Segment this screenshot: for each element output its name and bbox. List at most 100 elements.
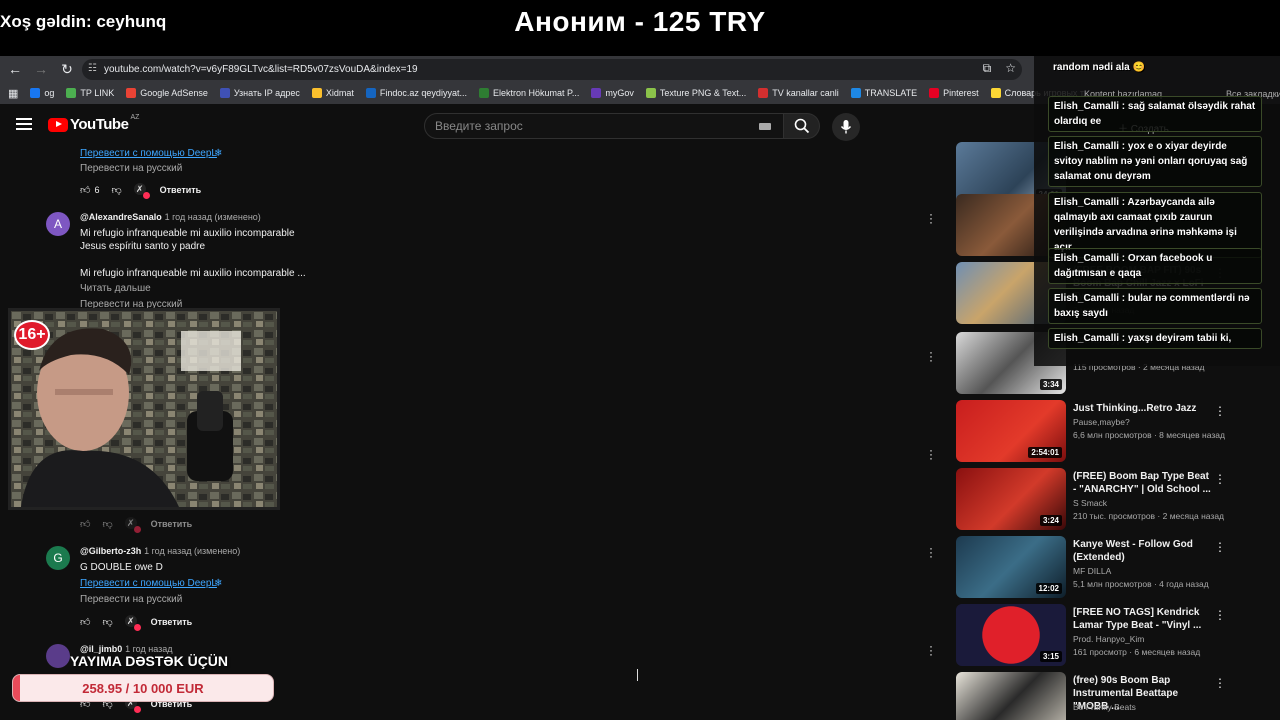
- deepl-translate-link[interactable]: Перевести с помощью DeepL: [80, 148, 217, 159]
- video-title[interactable]: (FREE) Boom Bap Type Beat - "ANARCHY" | …: [1073, 470, 1213, 496]
- bookmark-item[interactable]: TRANSLATE: [850, 88, 918, 98]
- bookmark-item[interactable]: Elektron Hökumat P...: [478, 88, 579, 98]
- bookmark-item[interactable]: Xidmat: [311, 88, 354, 98]
- comment-timestamp[interactable]: 1 год назад (изменено): [144, 546, 240, 556]
- forward-button[interactable]: →: [30, 58, 52, 80]
- avatar[interactable]: G: [46, 546, 70, 570]
- bookmark-item[interactable]: Google AdSense: [126, 88, 208, 98]
- video-stats: 5,1 млн просмотров · 4 года назад: [1073, 579, 1209, 589]
- donation-goal-text: 258.95 / 10 000 EUR: [82, 681, 204, 696]
- avatar[interactable]: [46, 644, 70, 668]
- video-title[interactable]: [FREE NO TAGS] Kendrick Lamar Type Beat …: [1073, 606, 1213, 632]
- video-thumbnail[interactable]: 2:54:01: [956, 400, 1066, 462]
- video-menu-icon[interactable]: ⋮: [1214, 608, 1226, 622]
- chat-message: Elish_Camalli : bular nə commentlərdi nə…: [1048, 288, 1262, 324]
- video-stats: 161 просмотр · 6 месяцев назад: [1073, 647, 1201, 657]
- reply-button[interactable]: Ответить: [151, 617, 193, 627]
- like-icon[interactable]: 👍︎: [80, 616, 90, 628]
- bookmark-favicon-icon: [126, 88, 137, 98]
- comment-menu-icon[interactable]: · · ·: [928, 542, 934, 562]
- video-thumbnail[interactable]: [956, 672, 1066, 720]
- video-thumbnail[interactable]: 3:15: [956, 604, 1066, 666]
- recommended-video[interactable]: 12:02 Kanye West - Follow God (Extended) M…: [956, 536, 1276, 602]
- channel-name[interactable]: Be Franky Beats: [1073, 702, 1136, 712]
- chat-message: Elish_Camalli : sağ salamat ölsəydik rah…: [1048, 96, 1262, 132]
- video-title[interactable]: Just Thinking...Retro Jazz: [1073, 402, 1213, 415]
- bookmark-favicon-icon: [929, 88, 940, 98]
- reply-button[interactable]: Ответить: [160, 185, 202, 195]
- recommended-video[interactable]: 3:15 [FREE NO TAGS] Kendrick Lamar Type B…: [956, 604, 1276, 670]
- translate-russian-link[interactable]: Перевести на русский: [80, 594, 182, 605]
- chat-message: Elish_Camalli : Orxan facebook u dağıtmı…: [1048, 248, 1262, 284]
- comment-author[interactable]: @AlexandreSanalo: [80, 212, 162, 222]
- apps-grid-icon[interactable]: ▦: [8, 87, 18, 100]
- voice-search-button[interactable]: [832, 113, 860, 141]
- address-bar[interactable]: ☷ youtube.com/watch?v=v6yF89GLTvc&list=R…: [82, 59, 1022, 80]
- bookmark-label: Google AdSense: [140, 88, 208, 98]
- read-more-link[interactable]: Читать дальше: [80, 283, 151, 294]
- reload-button[interactable]: ↻: [56, 58, 78, 80]
- dislike-icon[interactable]: 👎︎: [102, 616, 112, 628]
- bookmark-item[interactable]: myGov: [591, 88, 634, 98]
- search-input[interactable]: Введите запрос: [424, 113, 784, 139]
- video-menu-icon[interactable]: ⋮: [1214, 676, 1226, 690]
- video-menu-icon[interactable]: ⋮: [1214, 472, 1226, 486]
- chat-nickname: Elish_Camalli: [1054, 333, 1120, 344]
- like-icon[interactable]: 👍︎: [80, 184, 90, 196]
- video-duration: 2:54:01: [1028, 447, 1062, 458]
- address-actions: ⧉ ☆: [983, 61, 1016, 76]
- youtube-logo[interactable]: YouTube AZ: [48, 114, 139, 133]
- menu-icon[interactable]: [16, 118, 32, 130]
- reply-button[interactable]: Ответить: [151, 519, 193, 529]
- channel-name[interactable]: MF DILLA: [1073, 566, 1111, 576]
- video-duration: 12:02: [1035, 583, 1062, 594]
- video-thumbnail[interactable]: 12:02: [956, 536, 1066, 598]
- comment-menu-icon[interactable]: · · ·: [928, 640, 934, 660]
- age-rating-badge: 16+: [14, 320, 50, 350]
- donation-goal-bar: 258.95 / 10 000 EUR: [12, 674, 274, 702]
- bookmark-item[interactable]: og: [30, 88, 54, 98]
- bookmark-label: Pinterest: [943, 88, 979, 98]
- cast-icon[interactable]: ⧉: [983, 61, 992, 76]
- dislike-icon[interactable]: 👎︎: [102, 518, 112, 530]
- bookmark-star-icon[interactable]: ☆: [1005, 61, 1016, 76]
- bookmark-item[interactable]: TP LINK: [66, 88, 114, 98]
- dislike-icon[interactable]: 👎︎: [111, 184, 121, 196]
- keyboard-icon[interactable]: [759, 123, 771, 130]
- bookmark-label: TRANSLATE: [864, 88, 918, 98]
- back-button[interactable]: ←: [4, 58, 26, 80]
- video-menu-icon[interactable]: ⋮: [1214, 404, 1226, 418]
- video-title[interactable]: Kanye West - Follow God (Extended): [1073, 538, 1213, 564]
- search-button[interactable]: [784, 113, 820, 139]
- bookmark-favicon-icon: [990, 88, 1001, 98]
- site-info-icon[interactable]: ☷: [88, 63, 97, 74]
- deepl-icon: ❄: [214, 578, 223, 589]
- chat-nickname: Elish_Camalli: [1054, 293, 1120, 304]
- comment-author[interactable]: @Gilberto-z3h: [80, 546, 141, 556]
- recommended-video[interactable]: 2:54:01 Just Thinking...Retro Jazz Pause,m…: [956, 400, 1276, 466]
- translate-russian-link[interactable]: Перевести на русский: [80, 163, 182, 174]
- comment-menu-icon[interactable]: · · ·: [928, 346, 934, 366]
- bookmark-item[interactable]: Texture PNG & Text...: [645, 88, 746, 98]
- bookmark-item[interactable]: Pinterest: [929, 88, 979, 98]
- comment-actions: 👍︎ 6 👎︎ ✗ Ответить: [80, 183, 202, 199]
- deepl-translate-link[interactable]: Перевести с помощью DeepL: [80, 578, 217, 589]
- comment-menu-icon[interactable]: · · ·: [928, 208, 934, 228]
- avatar[interactable]: A: [46, 212, 70, 236]
- video-menu-icon[interactable]: ⋮: [1214, 540, 1226, 554]
- bookmark-item[interactable]: TV kanallar canli: [758, 88, 839, 98]
- donation-alert: Аноним - 125 TRY: [514, 6, 766, 37]
- recommended-video[interactable]: 3:24 (FREE) Boom Bap Type Beat - "ANARCHY…: [956, 468, 1276, 534]
- channel-name[interactable]: Prod. Hanpyo_Kim: [1073, 634, 1144, 644]
- comment-menu-icon[interactable]: · · ·: [928, 444, 934, 464]
- channel-name[interactable]: Pause,maybe?: [1073, 417, 1130, 427]
- microphone-icon: [840, 120, 852, 134]
- bookmark-item[interactable]: Узнать IP адрес: [219, 88, 300, 98]
- recommended-video[interactable]: (free) 90s Boom Bap Instrumental Beattap…: [956, 672, 1276, 720]
- like-icon[interactable]: 👍︎: [80, 518, 90, 530]
- comment-timestamp[interactable]: 1 год назад (изменено): [165, 212, 261, 222]
- channel-name[interactable]: S Smack: [1073, 498, 1107, 508]
- bookmark-item[interactable]: Findoc.az qeydiyyat...: [365, 88, 467, 98]
- chat-message-partial: random nədi ala 😊: [1053, 62, 1145, 73]
- video-thumbnail[interactable]: 3:24: [956, 468, 1066, 530]
